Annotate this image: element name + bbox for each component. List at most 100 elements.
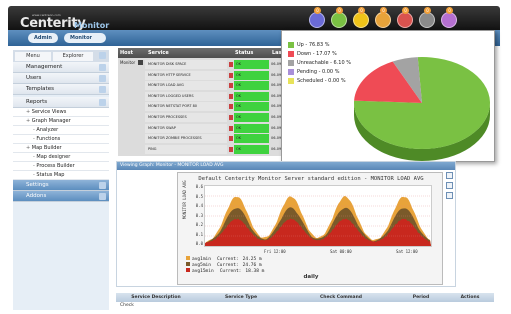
service-detail-header: Service Description Service Type Check C… bbox=[116, 293, 494, 302]
tab-explorer[interactable]: Explorer bbox=[53, 52, 93, 61]
expand-icon[interactable] bbox=[99, 99, 106, 106]
graph-title-bar: Viewing Graph: Monitor - MONITOR LOAD AV… bbox=[117, 162, 455, 170]
column-actions[interactable]: Actions bbox=[446, 293, 494, 302]
sidebar-item-functions[interactable]: - Functions bbox=[13, 135, 109, 144]
zoom-icon[interactable] bbox=[446, 172, 453, 179]
expand-icon[interactable] bbox=[99, 193, 106, 200]
sidebar-item-status-map[interactable]: - Status Map bbox=[13, 171, 109, 180]
column-service[interactable]: Service bbox=[148, 48, 169, 58]
graph-icon[interactable] bbox=[229, 146, 233, 152]
sidebar-item-settings[interactable]: Settings bbox=[13, 180, 109, 191]
sidebar-item-map-builder[interactable]: + Map Builder bbox=[13, 144, 109, 153]
expand-icon[interactable] bbox=[99, 182, 106, 189]
x-tick-label: Sat 00:00 bbox=[330, 249, 352, 254]
service-name[interactable]: PING bbox=[145, 144, 227, 154]
service-name[interactable]: MONITOR LOGGED USERS bbox=[145, 91, 227, 101]
table-row[interactable]: PING OK 06-09 bbox=[118, 144, 298, 154]
column-period[interactable]: Period bbox=[396, 293, 446, 302]
sidebar-item-management[interactable]: Management bbox=[13, 62, 109, 73]
sidebar-item-map-designer[interactable]: - Map designer bbox=[13, 153, 109, 162]
service-name[interactable]: MONITOR PROCESSES bbox=[145, 113, 227, 122]
monitor-button[interactable]: Monitor bbox=[64, 33, 106, 43]
sidebar-item-process-builder[interactable]: - Process Builder bbox=[13, 162, 109, 171]
graph-icon[interactable] bbox=[229, 83, 233, 89]
sidebar-item-label: Users bbox=[26, 75, 42, 81]
sidebar-item-addons[interactable]: Addons bbox=[13, 191, 109, 202]
sidebar-item-reports[interactable]: Reports bbox=[13, 97, 109, 108]
sidebar-item-users[interactable]: Users bbox=[13, 73, 109, 84]
pending-status-icon[interactable] bbox=[419, 12, 435, 28]
table-row[interactable]: MONITOR PROCESSES OK 06-09 bbox=[118, 113, 298, 122]
status-count-badge: 0 bbox=[358, 7, 365, 14]
status-count-badge: 0 bbox=[336, 7, 343, 14]
table-row[interactable]: MONITOR HTTP SERVICE OK 06-09 bbox=[118, 70, 298, 80]
table-row[interactable]: MONITOR DISK SPACE OK 06-09 bbox=[118, 60, 298, 69]
y-tick-label: 0.6 bbox=[195, 184, 203, 189]
service-name[interactable]: MONITOR DISK SPACE bbox=[145, 60, 227, 69]
status-count-badge: 0 bbox=[314, 7, 321, 14]
status-count-badge: 0 bbox=[424, 7, 431, 14]
expand-icon[interactable] bbox=[99, 75, 106, 82]
graph-icon[interactable] bbox=[229, 72, 233, 78]
service-name[interactable]: MONITOR NETSTAT PORT 80 bbox=[145, 102, 227, 112]
service-name[interactable]: MONITOR ZOMBIE PROCESSES bbox=[145, 134, 227, 144]
expand-icon[interactable] bbox=[99, 64, 106, 71]
sidebar-item-analyzer[interactable]: - Analyzer bbox=[13, 126, 109, 135]
graph-legend-value: 24.76 m bbox=[242, 262, 262, 268]
column-host[interactable]: Host bbox=[120, 48, 133, 58]
expand-icon[interactable] bbox=[99, 86, 106, 93]
table-row[interactable]: MONITOR LOAD AVG OK 06-09 bbox=[118, 81, 298, 91]
service-name[interactable]: MONITOR HTTP SERVICE bbox=[145, 70, 227, 80]
status-badge: OK bbox=[234, 91, 269, 101]
sidebar-item-label: Graph Manager bbox=[31, 118, 71, 124]
status-count-badge: 0 bbox=[380, 7, 387, 14]
graph-legend-label: avg1min bbox=[192, 256, 211, 262]
table-row[interactable]: MONITOR SWAP OK 06-09 bbox=[118, 123, 298, 133]
graph-caption: daily bbox=[303, 274, 319, 280]
tab-menu[interactable]: Menu bbox=[15, 52, 51, 61]
graph-icon[interactable] bbox=[229, 62, 233, 67]
check-status-icon[interactable] bbox=[331, 12, 347, 28]
service-name[interactable]: MONITOR LOAD AVG bbox=[145, 81, 227, 91]
graph-icon[interactable] bbox=[229, 115, 233, 120]
graph-legend-current: Current: bbox=[216, 256, 239, 262]
table-row[interactable]: MONITOR LOGGED USERS OK 06-09 bbox=[118, 91, 298, 101]
graph-legend-current: Current: bbox=[216, 262, 239, 268]
logo-sub: Monitor bbox=[74, 21, 110, 30]
service-name[interactable]: MONITOR SWAP bbox=[145, 123, 227, 133]
graph-icon[interactable] bbox=[229, 125, 233, 131]
unknown-status-icon[interactable] bbox=[375, 12, 391, 28]
graph-icon[interactable] bbox=[229, 93, 233, 99]
last-check: 06-09 bbox=[271, 93, 282, 98]
sidebar-item-templates[interactable]: Templates bbox=[13, 84, 109, 95]
sidebar-item-service-views[interactable]: + Service Views bbox=[13, 108, 109, 117]
graph-legend-label: avg5min bbox=[192, 262, 211, 268]
unreachable-status-icon[interactable] bbox=[441, 12, 457, 28]
graph-icon[interactable] bbox=[229, 104, 233, 110]
export-icon[interactable] bbox=[446, 192, 453, 199]
graph-ylabel: MONITOR LOAD AVG bbox=[182, 180, 187, 219]
graph-icon[interactable] bbox=[229, 136, 233, 142]
last-check: 06-09 bbox=[271, 83, 282, 88]
sidebar-item-graph-manager[interactable]: + Graph Manager bbox=[13, 117, 109, 126]
warning-status-icon[interactable] bbox=[353, 12, 369, 28]
service-detail-table: Service Description Service Type Check C… bbox=[116, 293, 494, 311]
sidebar: Menu Explorer Management Users Templates Re… bbox=[13, 50, 109, 310]
legend-swatch bbox=[186, 256, 190, 260]
table-row[interactable]: MONITOR ZOMBIE PROCESSES OK 06-09 bbox=[118, 134, 298, 144]
critical-status-icon[interactable] bbox=[397, 12, 413, 28]
column-check-command[interactable]: Check Command bbox=[286, 293, 396, 302]
column-service-type[interactable]: Service Type bbox=[196, 293, 286, 302]
column-service-description[interactable]: Service Description bbox=[116, 293, 196, 302]
home-icon[interactable] bbox=[309, 12, 325, 28]
last-check: 06-09 bbox=[271, 146, 282, 151]
service-table-header: Host Service Status Las bbox=[118, 48, 298, 58]
graph-frame: Default Centerity Monitor Server standar… bbox=[177, 172, 443, 285]
sidebar-collapse-icon[interactable] bbox=[99, 52, 106, 59]
admin-button[interactable]: Admin bbox=[28, 33, 58, 43]
column-status[interactable]: Status bbox=[235, 48, 253, 58]
table-row[interactable]: MONITOR NETSTAT PORT 80 OK 06-09 bbox=[118, 102, 298, 112]
last-check: 06-09 bbox=[271, 115, 282, 119]
refresh-icon[interactable] bbox=[446, 182, 453, 189]
last-check: 06-09 bbox=[271, 72, 282, 77]
